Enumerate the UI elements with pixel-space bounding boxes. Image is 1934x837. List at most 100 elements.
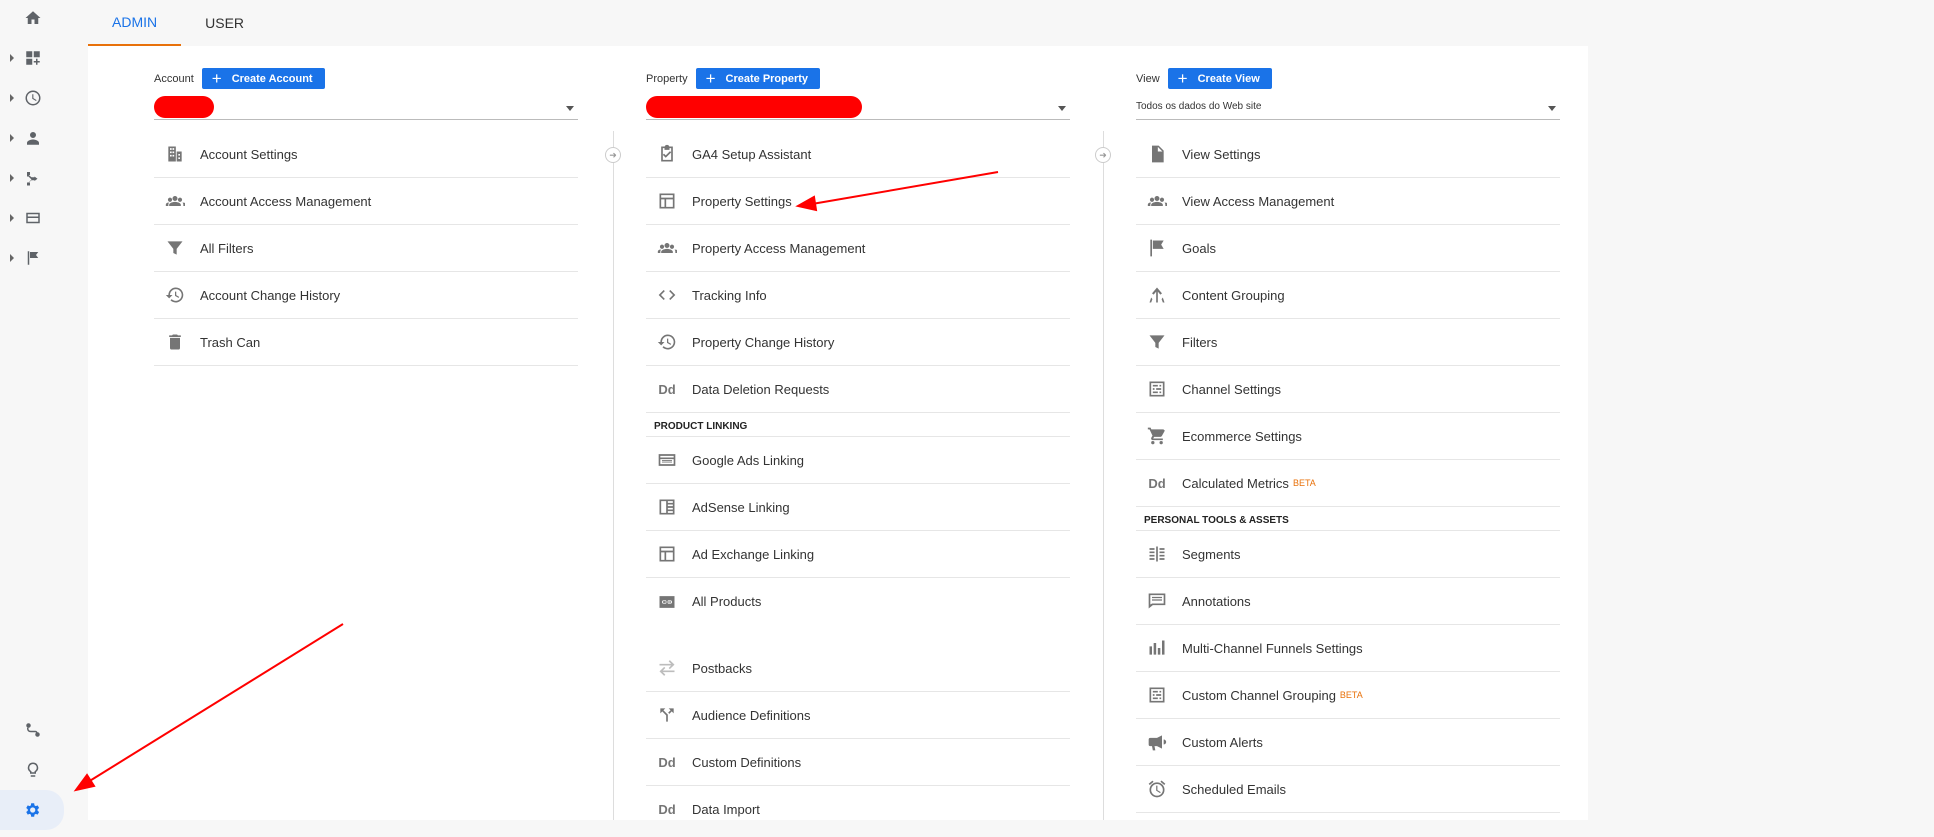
view-menu: View Settings View Access Management Goa…: [1136, 131, 1560, 813]
filter-icon: [157, 238, 193, 258]
history-icon: [157, 285, 193, 305]
annotations-link[interactable]: Annotations: [1136, 578, 1560, 625]
filters-link[interactable]: Filters: [1136, 319, 1560, 366]
admin-panel: Account + Create Account Account Setting…: [88, 46, 1588, 820]
tab-admin[interactable]: ADMIN: [88, 0, 182, 46]
item-label: Account Change History: [200, 287, 341, 303]
create-property-label: Create Property: [725, 72, 809, 85]
code-icon: [649, 285, 685, 305]
item-label: Google Ads Linking: [692, 452, 805, 468]
create-view-button[interactable]: + Create View: [1167, 68, 1272, 89]
account-menu: Account Settings Account Access Manageme…: [154, 131, 578, 366]
behavior-nav[interactable]: [0, 198, 66, 238]
ad-exchange-linking-link[interactable]: Ad Exchange Linking: [646, 531, 1070, 578]
ga4-setup-assistant-link[interactable]: GA4 Setup Assistant: [646, 131, 1070, 178]
property-access-management-link[interactable]: Property Access Management: [646, 225, 1070, 272]
calculated-metrics-link[interactable]: Dd Calculated Metrics BETA: [1136, 460, 1560, 507]
customization-nav[interactable]: [0, 38, 66, 78]
channel-settings-link[interactable]: Channel Settings: [1136, 366, 1560, 413]
conversions-nav[interactable]: [0, 238, 66, 278]
column-divider: [613, 131, 614, 820]
realtime-nav[interactable]: [0, 78, 66, 118]
ads-icon: [649, 450, 685, 470]
item-label: Custom Channel Grouping: [1182, 687, 1336, 703]
account-header: Account + Create Account: [154, 68, 325, 89]
custom-channel-grouping-link[interactable]: Custom Channel Grouping BETA: [1136, 672, 1560, 719]
discover-nav[interactable]: [0, 750, 66, 790]
account-selector[interactable]: [154, 96, 578, 120]
grouping-icon: [1139, 285, 1175, 305]
all-products-link[interactable]: All Products: [646, 578, 1070, 625]
item-label: View Settings: [1182, 146, 1261, 162]
admin-nav[interactable]: [0, 790, 64, 830]
segments-icon: [1139, 544, 1175, 564]
data-deletion-requests-link[interactable]: Dd Data Deletion Requests: [646, 366, 1070, 413]
view-settings-link[interactable]: View Settings: [1136, 131, 1560, 178]
account-settings-link[interactable]: Account Settings: [154, 131, 578, 178]
item-label: Filters: [1182, 334, 1218, 350]
item-label: Trash Can: [200, 334, 261, 350]
account-change-history-link[interactable]: Account Change History: [154, 272, 578, 319]
google-ads-linking-link[interactable]: Google Ads Linking: [646, 437, 1070, 484]
view-header: View + Create View: [1136, 68, 1272, 89]
filter-icon: [1139, 332, 1175, 352]
item-label: Tracking Info: [692, 287, 767, 303]
dropdown-arrow-icon: [566, 106, 574, 111]
dd-glyph: Dd: [1148, 475, 1166, 491]
item-label: Multi-Channel Funnels Settings: [1182, 640, 1363, 656]
dd-icon: Dd: [1139, 476, 1175, 491]
left-nav-rail: [0, 0, 66, 837]
building-icon: [157, 144, 193, 164]
behavior-icon: [26, 212, 40, 224]
dd-icon: Dd: [649, 755, 685, 770]
create-account-button[interactable]: + Create Account: [201, 68, 325, 89]
goals-link[interactable]: Goals: [1136, 225, 1560, 272]
segments-link[interactable]: Segments: [1136, 531, 1560, 578]
create-property-button[interactable]: + Create Property: [695, 68, 821, 89]
item-label: Goals: [1182, 240, 1216, 256]
tracking-info-link[interactable]: Tracking Info: [646, 272, 1070, 319]
product-linking-heading: PRODUCT LINKING: [646, 413, 1070, 437]
all-filters-link[interactable]: All Filters: [154, 225, 578, 272]
gear-icon: [26, 803, 40, 817]
custom-alerts-link[interactable]: Custom Alerts: [1136, 719, 1560, 766]
multi-channel-funnels-settings-link[interactable]: Multi-Channel Funnels Settings: [1136, 625, 1560, 672]
custom-definitions-link[interactable]: Dd Custom Definitions: [646, 739, 1070, 786]
create-view-label: Create View: [1197, 72, 1260, 85]
arrow-right-icon: ➜: [605, 147, 621, 163]
item-label: All Filters: [200, 240, 254, 256]
content-grouping-link[interactable]: Content Grouping: [1136, 272, 1560, 319]
adsense-linking-link[interactable]: AdSense Linking: [646, 484, 1070, 531]
beta-badge: BETA: [1339, 690, 1363, 700]
property-change-history-link[interactable]: Property Change History: [646, 319, 1070, 366]
ecommerce-settings-link[interactable]: Ecommerce Settings: [1136, 413, 1560, 460]
people-icon: [1139, 191, 1175, 211]
flag-icon: [27, 251, 39, 265]
tab-user[interactable]: USER: [181, 0, 268, 46]
item-label: Data Import: [692, 801, 760, 817]
home-nav[interactable]: [0, 0, 66, 38]
property-label: Property: [646, 72, 688, 85]
scheduled-emails-link[interactable]: Scheduled Emails: [1136, 766, 1560, 813]
comment-icon: [1139, 591, 1175, 611]
dd-glyph: Dd: [658, 381, 676, 397]
view-access-management-link[interactable]: View Access Management: [1136, 178, 1560, 225]
audience-definitions-link[interactable]: Audience Definitions: [646, 692, 1070, 739]
audience-nav[interactable]: [0, 118, 66, 158]
expand-caret-icon: [10, 94, 14, 102]
property-selector[interactable]: [646, 96, 1070, 120]
data-import-link[interactable]: Dd Data Import: [646, 786, 1070, 820]
lightbulb-icon: [27, 762, 39, 777]
account-access-management-link[interactable]: Account Access Management: [154, 178, 578, 225]
view-label: View: [1136, 72, 1160, 85]
trash-can-link[interactable]: Trash Can: [154, 319, 578, 366]
history-icon: [649, 332, 685, 352]
postbacks-link[interactable]: Postbacks: [646, 645, 1070, 692]
view-selector[interactable]: Todos os dados do Web site: [1136, 96, 1560, 120]
redaction-mark: [646, 96, 862, 118]
attribution-nav[interactable]: [0, 710, 66, 750]
item-label: Property Settings: [692, 193, 792, 209]
property-settings-link[interactable]: Property Settings: [646, 178, 1070, 225]
acquisition-nav[interactable]: [0, 158, 66, 198]
create-account-label: Create Account: [231, 72, 313, 85]
